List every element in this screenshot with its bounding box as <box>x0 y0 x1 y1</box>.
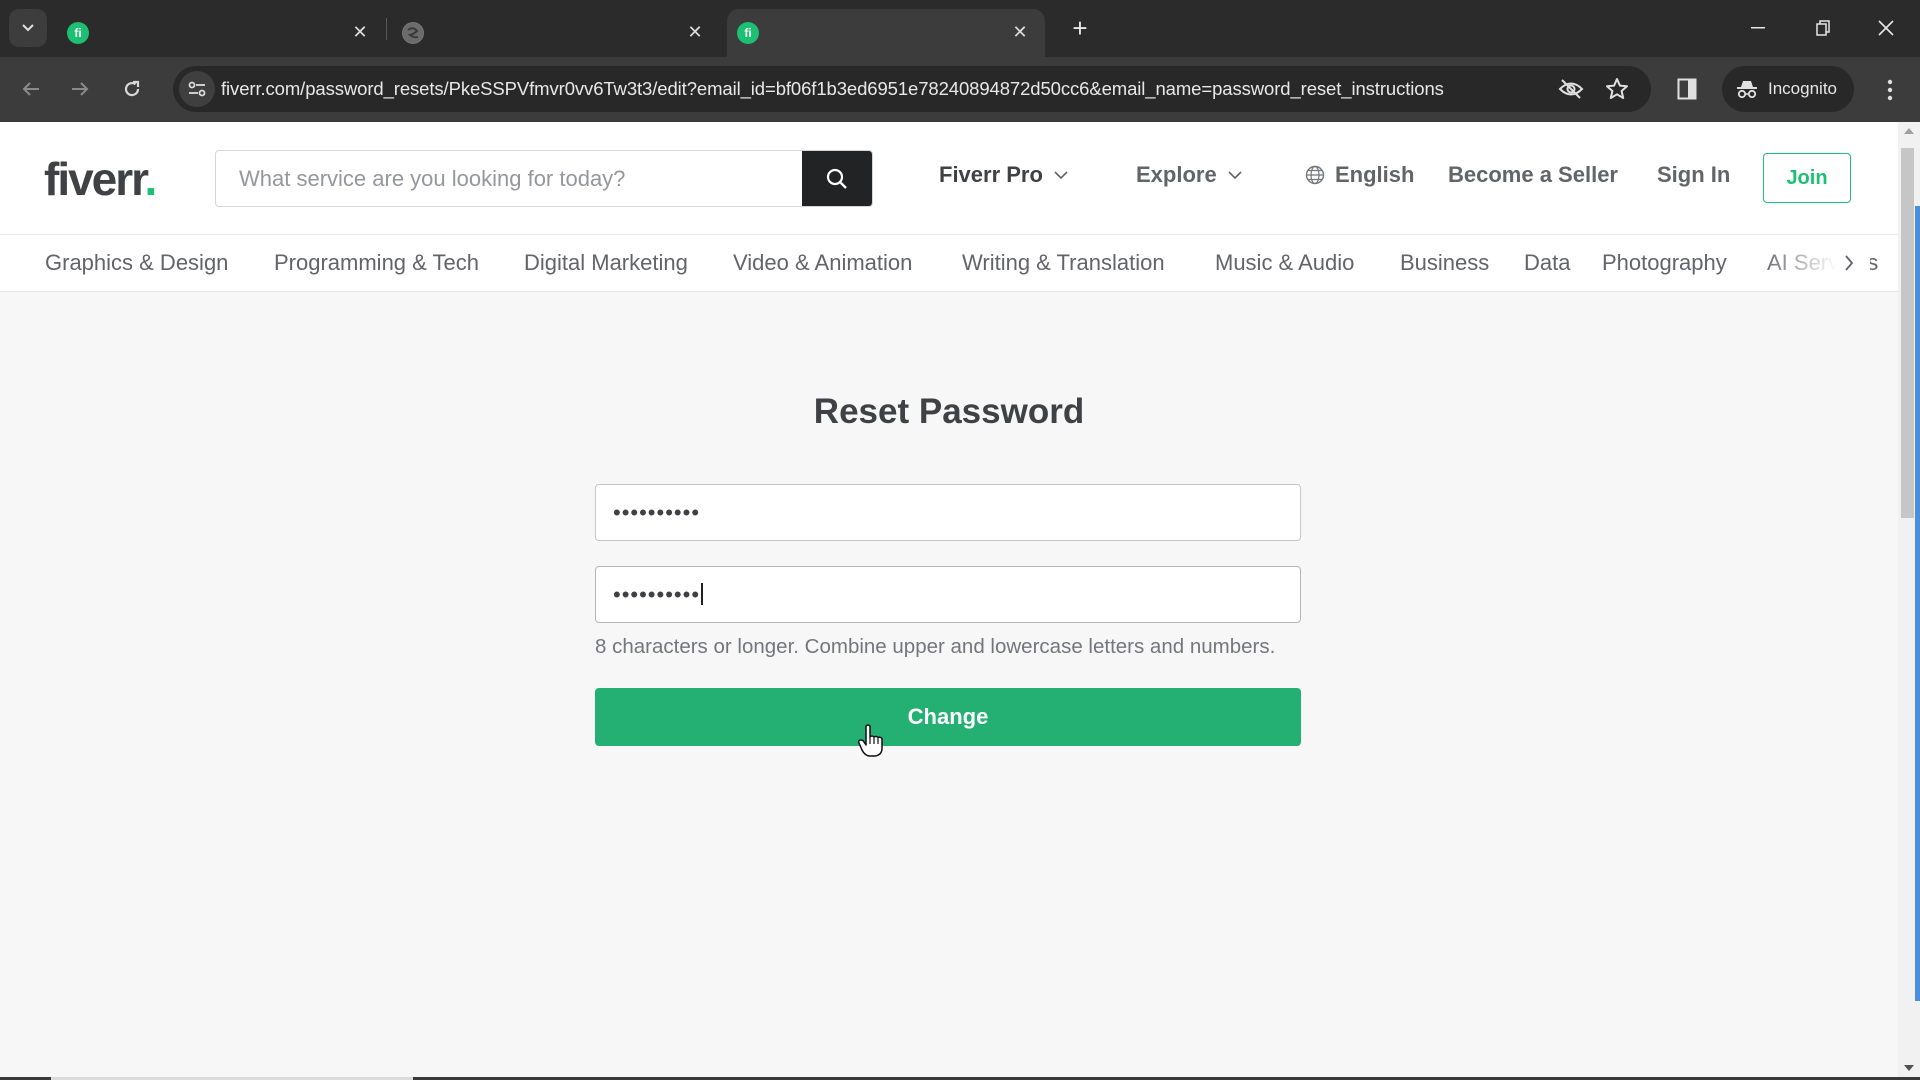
category-item[interactable]: Writing & Translation <box>962 250 1165 276</box>
address-bar[interactable]: fiverr.com/password_resets/PkeSSPVfmvr0v… <box>173 66 1651 112</box>
back-button[interactable] <box>13 71 49 107</box>
tune-icon <box>188 81 206 97</box>
incognito-icon <box>1737 81 1757 99</box>
chevron-down-icon <box>22 24 34 32</box>
category-item[interactable]: Video & Animation <box>733 250 912 276</box>
explore-menu[interactable]: Explore <box>1136 162 1243 188</box>
fiverr-pro-menu[interactable]: Fiverr Pro <box>939 162 1069 188</box>
reload-icon <box>124 80 140 97</box>
category-item[interactable]: Data <box>1524 250 1570 276</box>
site-info-button[interactable] <box>179 71 215 107</box>
page-title: Reset Password <box>813 392 1085 431</box>
close-tab-icon[interactable]: ✕ <box>684 21 706 43</box>
fiverr-icon: fi <box>737 22 759 44</box>
password-hint: 8 characters or longer. Combine upper an… <box>595 635 1276 658</box>
incognito-label: Incognito <box>1768 79 1837 98</box>
category-menu: Graphics & Design Programming & Tech Dig… <box>0 235 1898 292</box>
scrollbar-accent-strip <box>1915 206 1920 1001</box>
logo-dot: . <box>144 153 158 205</box>
tab-reset-password[interactable]: fi Reset Password ✕ <box>727 9 1045 318</box>
category-item[interactable]: Business <box>1400 250 1489 276</box>
browser-toolbar: fiverr.com/password_resets/PkeSSPVfmvr0v… <box>0 57 1920 122</box>
minimize-button[interactable] <box>1740 12 1776 44</box>
category-scroll-right-button[interactable] <box>1838 250 1860 276</box>
search-button[interactable] <box>802 151 872 206</box>
reload-button[interactable] <box>114 71 150 107</box>
globe-icon <box>402 22 424 44</box>
chevron-down-icon <box>1227 170 1243 180</box>
page-scrollbar[interactable] <box>1898 122 1920 1077</box>
language-selector[interactable]: English <box>1305 162 1414 188</box>
chevron-down-icon <box>1053 170 1069 180</box>
new-password-field[interactable] <box>595 484 1301 541</box>
more-vert-icon <box>1887 79 1893 101</box>
restore-button[interactable] <box>1805 12 1841 44</box>
eye-off-icon <box>1558 79 1584 99</box>
category-item[interactable]: Music & Audio <box>1215 250 1354 276</box>
tab-search-button[interactable] <box>9 9 47 47</box>
close-tab-icon[interactable]: ✕ <box>1009 21 1031 43</box>
forward-button[interactable] <box>62 71 98 107</box>
change-password-button[interactable]: Change <box>595 688 1301 746</box>
language-label: English <box>1335 162 1415 187</box>
close-window-button[interactable] <box>1868 12 1904 44</box>
chevron-right-icon <box>1845 255 1854 271</box>
tab-fiverr-home[interactable]: fi Fiverr - Freelance Services Marketpla… <box>67 9 385 318</box>
minimize-icon <box>1751 27 1765 29</box>
bookmark-button[interactable] <box>1603 75 1631 103</box>
browser-menu-button[interactable] <box>1878 75 1902 105</box>
hand-pointer-cursor <box>858 724 884 763</box>
category-item[interactable]: Photography <box>1602 250 1727 276</box>
scroll-up-arrow-icon[interactable] <box>1904 128 1914 134</box>
explore-label: Explore <box>1136 162 1217 187</box>
search-input[interactable] <box>216 151 804 206</box>
arrow-left-icon <box>22 82 39 96</box>
side-panel-button[interactable] <box>1675 76 1699 102</box>
new-tab-button[interactable]: + <box>1066 13 1094 43</box>
category-item[interactable]: Graphics & Design <box>45 250 228 276</box>
close-icon <box>1878 20 1894 36</box>
side-panel-icon <box>1677 78 1697 100</box>
search-bar <box>215 150 873 207</box>
join-button[interactable]: Join <box>1763 153 1851 203</box>
incognito-indicator[interactable]: Incognito <box>1722 66 1854 112</box>
sign-in-link[interactable]: Sign In <box>1657 162 1730 188</box>
search-icon <box>826 168 847 189</box>
tracking-protection-button[interactable] <box>1557 75 1585 103</box>
fiverr-logo[interactable]: fiverr. <box>44 152 158 206</box>
browser-tab-strip: fi Fiverr - Freelance Services Marketpla… <box>0 0 1920 318</box>
page-viewport: fiverr. Fiverr Pro Explore English Becom… <box>0 122 1898 1077</box>
text-caret <box>701 583 703 605</box>
arrow-right-icon <box>72 82 89 96</box>
close-tab-icon[interactable]: ✕ <box>349 21 371 43</box>
star-icon <box>1606 78 1628 99</box>
category-item[interactable]: Digital Marketing <box>524 250 688 276</box>
fiverr-icon: fi <box>67 22 89 44</box>
category-item[interactable]: Programming & Tech <box>274 250 479 276</box>
restore-icon <box>1816 20 1830 36</box>
logo-text: fiverr <box>44 153 147 205</box>
globe-icon <box>1305 165 1325 185</box>
scrollbar-thumb[interactable] <box>1901 148 1914 518</box>
url-text[interactable]: fiverr.com/password_resets/PkeSSPVfmvr0v… <box>221 78 1444 100</box>
become-seller-link[interactable]: Become a Seller <box>1448 162 1618 188</box>
site-header: fiverr. Fiverr Pro Explore English Becom… <box>0 122 1898 235</box>
fiverr-pro-label: Fiverr Pro <box>939 162 1043 187</box>
tab-separator <box>386 18 387 40</box>
scroll-down-arrow-icon[interactable] <box>1904 1065 1914 1071</box>
tab-pageflows[interactable]: pageflows.com/_/emails/_/7fb5 ✕ <box>402 9 720 318</box>
